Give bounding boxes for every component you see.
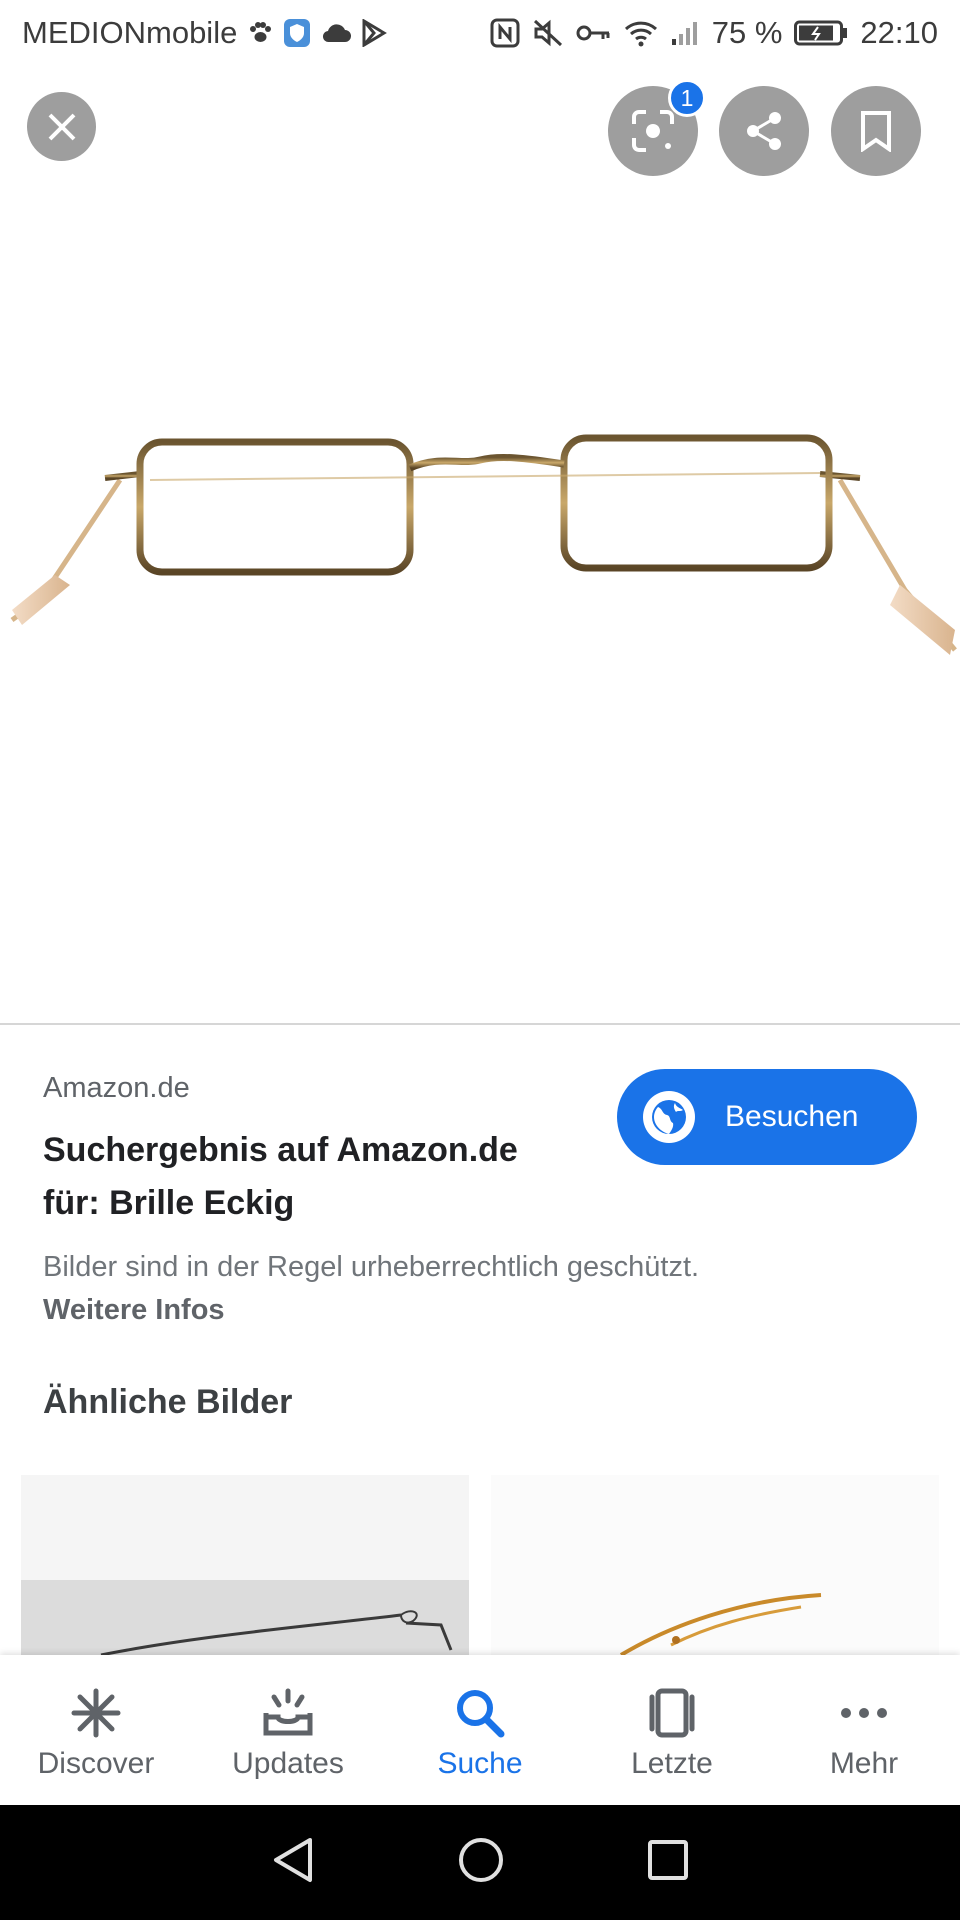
more-info-link[interactable]: Weitere Infos bbox=[43, 1294, 225, 1327]
status-left: MEDIONmobile bbox=[22, 15, 388, 51]
result-title-line-1: Suchergebnis auf Amazon.de bbox=[43, 1131, 518, 1169]
cloud-icon bbox=[321, 16, 352, 50]
battery-percent: 75 % bbox=[711, 15, 783, 50]
back-icon[interactable] bbox=[270, 1836, 316, 1889]
nav-search-label: Suche bbox=[437, 1747, 523, 1780]
key-icon bbox=[576, 16, 612, 50]
bookmark-icon bbox=[861, 111, 891, 152]
globe-icon bbox=[643, 1091, 695, 1143]
nav-search[interactable]: Suche bbox=[384, 1655, 576, 1805]
close-button[interactable] bbox=[27, 92, 96, 161]
nav-more[interactable]: Mehr bbox=[768, 1655, 960, 1805]
copyright-notice: Bilder sind in der Regel urheberrechtlic… bbox=[43, 1251, 700, 1283]
carrier-name: MEDIONmobile bbox=[22, 15, 238, 50]
close-icon bbox=[48, 113, 75, 140]
similar-image-1[interactable] bbox=[21, 1475, 469, 1655]
bottom-navigation: Discover Updates Suche Letzte Mehr bbox=[0, 1655, 960, 1805]
signal-icon bbox=[670, 16, 700, 50]
nav-recent[interactable]: Letzte bbox=[576, 1655, 768, 1805]
bookmark-button[interactable] bbox=[831, 86, 921, 176]
play-store-icon bbox=[361, 16, 388, 50]
nav-more-label: Mehr bbox=[829, 1747, 899, 1780]
similar-glasses-image-2 bbox=[619, 1593, 822, 1655]
lens-icon bbox=[632, 110, 674, 152]
result-title[interactable]: Suchergebnis auf Amazon.de für: Brille E… bbox=[43, 1124, 583, 1230]
shield-icon bbox=[283, 16, 311, 50]
nav-discover[interactable]: Discover bbox=[0, 1655, 192, 1805]
visit-button[interactable]: Besuchen bbox=[617, 1069, 917, 1165]
divider bbox=[0, 1023, 960, 1025]
battery-icon bbox=[794, 16, 848, 50]
home-icon[interactable] bbox=[457, 1836, 505, 1889]
share-button[interactable] bbox=[719, 86, 809, 176]
similar-glasses-image-1 bbox=[21, 1580, 469, 1655]
asterisk-icon bbox=[70, 1685, 122, 1741]
recent-cards-icon bbox=[644, 1685, 700, 1741]
nav-updates[interactable]: Updates bbox=[192, 1655, 384, 1805]
mute-icon bbox=[532, 16, 564, 50]
search-icon bbox=[454, 1685, 506, 1741]
clock: 22:10 bbox=[860, 15, 938, 50]
lens-badge: 1 bbox=[668, 79, 706, 117]
status-right: 75 % 22:10 bbox=[490, 15, 938, 51]
main-image[interactable] bbox=[0, 180, 960, 1023]
inbox-updates-icon bbox=[260, 1685, 316, 1741]
nfc-icon bbox=[490, 16, 520, 50]
nav-updates-label: Updates bbox=[232, 1747, 344, 1780]
paw-icon bbox=[247, 16, 273, 50]
overview-icon[interactable] bbox=[646, 1838, 690, 1887]
status-bar: MEDIONmobile 75 % 22:10 bbox=[0, 0, 960, 66]
similar-image-2[interactable] bbox=[491, 1475, 939, 1655]
share-icon bbox=[747, 112, 781, 150]
system-navigation-bar bbox=[0, 1805, 960, 1920]
source-domain[interactable]: Amazon.de bbox=[43, 1072, 190, 1105]
nav-discover-label: Discover bbox=[37, 1747, 155, 1780]
more-dots-icon bbox=[838, 1685, 890, 1741]
visit-button-label: Besuchen bbox=[725, 1100, 859, 1133]
nav-recent-label: Letzte bbox=[631, 1747, 713, 1780]
wifi-icon bbox=[624, 16, 658, 50]
glasses-image bbox=[10, 434, 957, 655]
similar-images-heading: Ähnliche Bilder bbox=[43, 1383, 293, 1421]
result-title-line-2: für: Brille Eckig bbox=[43, 1184, 295, 1222]
